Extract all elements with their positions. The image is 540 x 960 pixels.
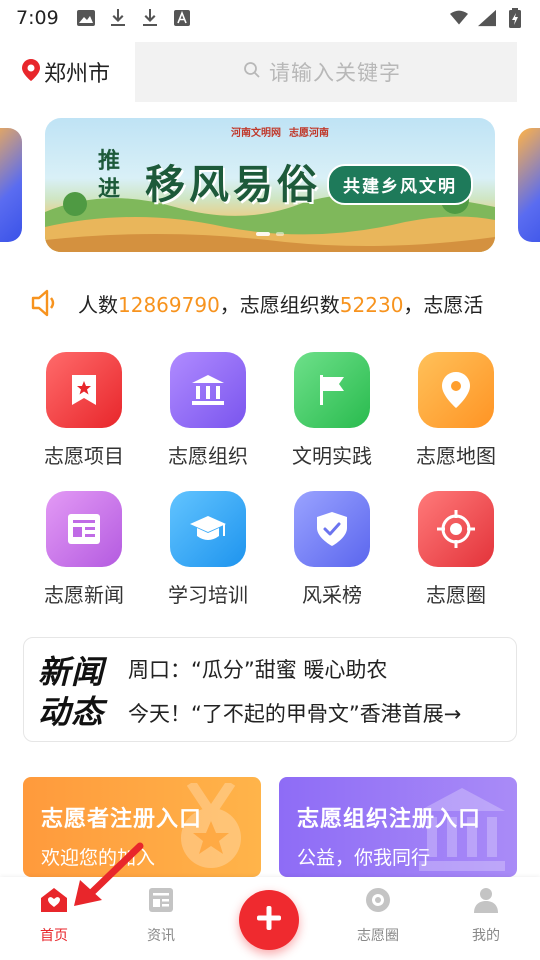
news-icon — [46, 491, 122, 567]
grid-label: 志愿组织 — [168, 444, 248, 468]
institution-icon — [170, 352, 246, 428]
organization-register-subtitle: 公益，你我同行 — [297, 847, 431, 869]
nav-mine[interactable]: 我的 — [446, 887, 526, 945]
font-icon — [173, 9, 191, 27]
search-placeholder: 请输入关键字 — [269, 61, 401, 85]
ticker-organization-count: 52230 — [339, 293, 404, 317]
nav-volunteer-circle-label: 志愿圈 — [357, 928, 399, 944]
map-pin-icon — [418, 352, 494, 428]
user-icon — [473, 887, 499, 917]
banner-side-text: 推进 — [97, 149, 120, 202]
grid-item-civilization-practice[interactable]: 文明实践 — [270, 352, 394, 469]
banner-logo-right: 志愿河南 — [289, 128, 329, 139]
city-selector[interactable]: 郑州市 — [0, 42, 135, 102]
app-screen: 7:09 郑州市 请输入关键字 河南文明网 志愿河南 推进 移风易俗 共建乡风文… — [0, 0, 540, 960]
nav-news-label: 资讯 — [147, 928, 175, 944]
grid-label: 志愿项目 — [44, 444, 124, 468]
ticker-suffix: ，志愿活 — [403, 293, 484, 317]
status-system-icons — [450, 8, 524, 28]
grid-item-volunteer-projects[interactable]: 志愿项目 — [22, 352, 146, 469]
banner-title: 移风易俗 — [145, 161, 321, 208]
news-headline[interactable]: 周口：“瓜分”甜蜜 暖心助农 — [128, 654, 387, 684]
organization-register-title: 志愿组织注册入口 — [297, 807, 482, 832]
grid-label: 风采榜 — [302, 583, 362, 607]
speaker-icon — [30, 288, 60, 318]
grid-label: 志愿圈 — [426, 583, 486, 607]
grid-item-volunteer-map[interactable]: 志愿地图 — [394, 352, 518, 469]
stats-ticker: 人数12869790，志愿组织数52230，志愿活 — [0, 282, 540, 322]
organization-register-card[interactable]: 志愿组织注册入口 公益，你我同行 — [279, 777, 517, 877]
news-headline[interactable]: 今天！“了不起的甲骨文”香港首展→ — [128, 698, 461, 728]
download-icon — [109, 9, 127, 27]
battery-icon — [506, 8, 524, 28]
grid-item-volunteer-circle[interactable]: 志愿圈 — [394, 491, 518, 608]
bookmark-star-icon — [46, 352, 122, 428]
flag-icon — [294, 352, 370, 428]
grid-item-learning-training[interactable]: 学习培训 — [146, 491, 270, 608]
ticker-prefix: 人数 — [78, 293, 118, 317]
status-notification-icons — [76, 9, 191, 27]
wifi-icon — [450, 9, 468, 27]
feature-grid: 志愿项目 志愿组织 文明实践 志愿地图 志愿新闻 学习培训 风采榜 志愿圈 — [22, 352, 518, 608]
status-bar: 7:09 — [0, 0, 540, 36]
grid-label: 学习培训 — [168, 583, 248, 607]
ticker-volunteer-count: 12869790 — [118, 293, 220, 317]
ticker-text: 人数12869790，志愿组织数52230，志愿活 — [78, 289, 518, 318]
download-icon — [141, 9, 159, 27]
shield-check-icon — [294, 491, 370, 567]
target-icon — [418, 491, 494, 567]
volunteer-register-title: 志愿者注册入口 — [41, 807, 203, 832]
news-icon — [148, 887, 174, 917]
pagination-dot-active — [256, 232, 270, 236]
search-input[interactable]: 请输入关键字 — [135, 42, 517, 102]
banner-pagination — [256, 232, 284, 236]
home-icon — [40, 887, 68, 917]
top-header: 郑州市 请输入关键字 — [0, 42, 540, 102]
banner-logos: 河南文明网 志愿河南 — [231, 124, 329, 139]
nav-mine-label: 我的 — [472, 928, 500, 944]
pagination-dot — [276, 232, 284, 236]
graduation-cap-icon — [170, 491, 246, 567]
plus-icon — [255, 904, 283, 936]
annotation-arrow — [74, 842, 144, 906]
banner-subtitle: 共建乡风文明 — [327, 164, 473, 205]
banner-carousel[interactable]: 河南文明网 志愿河南 推进 移风易俗 共建乡风文明 — [0, 118, 540, 252]
news-badge: 新闻动态 — [38, 653, 105, 731]
search-icon — [243, 61, 261, 83]
grid-item-volunteer-organizations[interactable]: 志愿组织 — [146, 352, 270, 469]
city-label: 郑州市 — [44, 62, 111, 87]
banner-logo-left: 河南文明网 — [231, 128, 281, 139]
eye-icon — [363, 887, 393, 917]
publish-button[interactable] — [239, 890, 299, 950]
news-panel[interactable]: 新闻动态 周口：“瓜分”甜蜜 暖心助农 今天！“了不起的甲骨文”香港首展→ — [23, 637, 517, 742]
banner-slide[interactable]: 河南文明网 志愿河南 推进 移风易俗 共建乡风文明 — [45, 118, 495, 252]
ticker-middle: ，志愿组织数 — [219, 293, 340, 317]
image-icon — [76, 9, 95, 27]
grid-item-volunteer-news[interactable]: 志愿新闻 — [22, 491, 146, 608]
location-pin-icon — [22, 59, 40, 85]
signal-icon — [478, 9, 496, 27]
nav-home-label: 首页 — [40, 928, 68, 944]
banner-next-card[interactable] — [518, 128, 540, 242]
grid-label: 志愿地图 — [416, 444, 496, 468]
banner-prev-card[interactable] — [0, 128, 22, 242]
nav-volunteer-circle[interactable]: 志愿圈 — [338, 887, 418, 945]
status-time: 7:09 — [16, 7, 59, 29]
grid-label: 志愿新闻 — [44, 583, 124, 607]
grid-label: 文明实践 — [292, 444, 372, 468]
grid-item-honor-board[interactable]: 风采榜 — [270, 491, 394, 608]
